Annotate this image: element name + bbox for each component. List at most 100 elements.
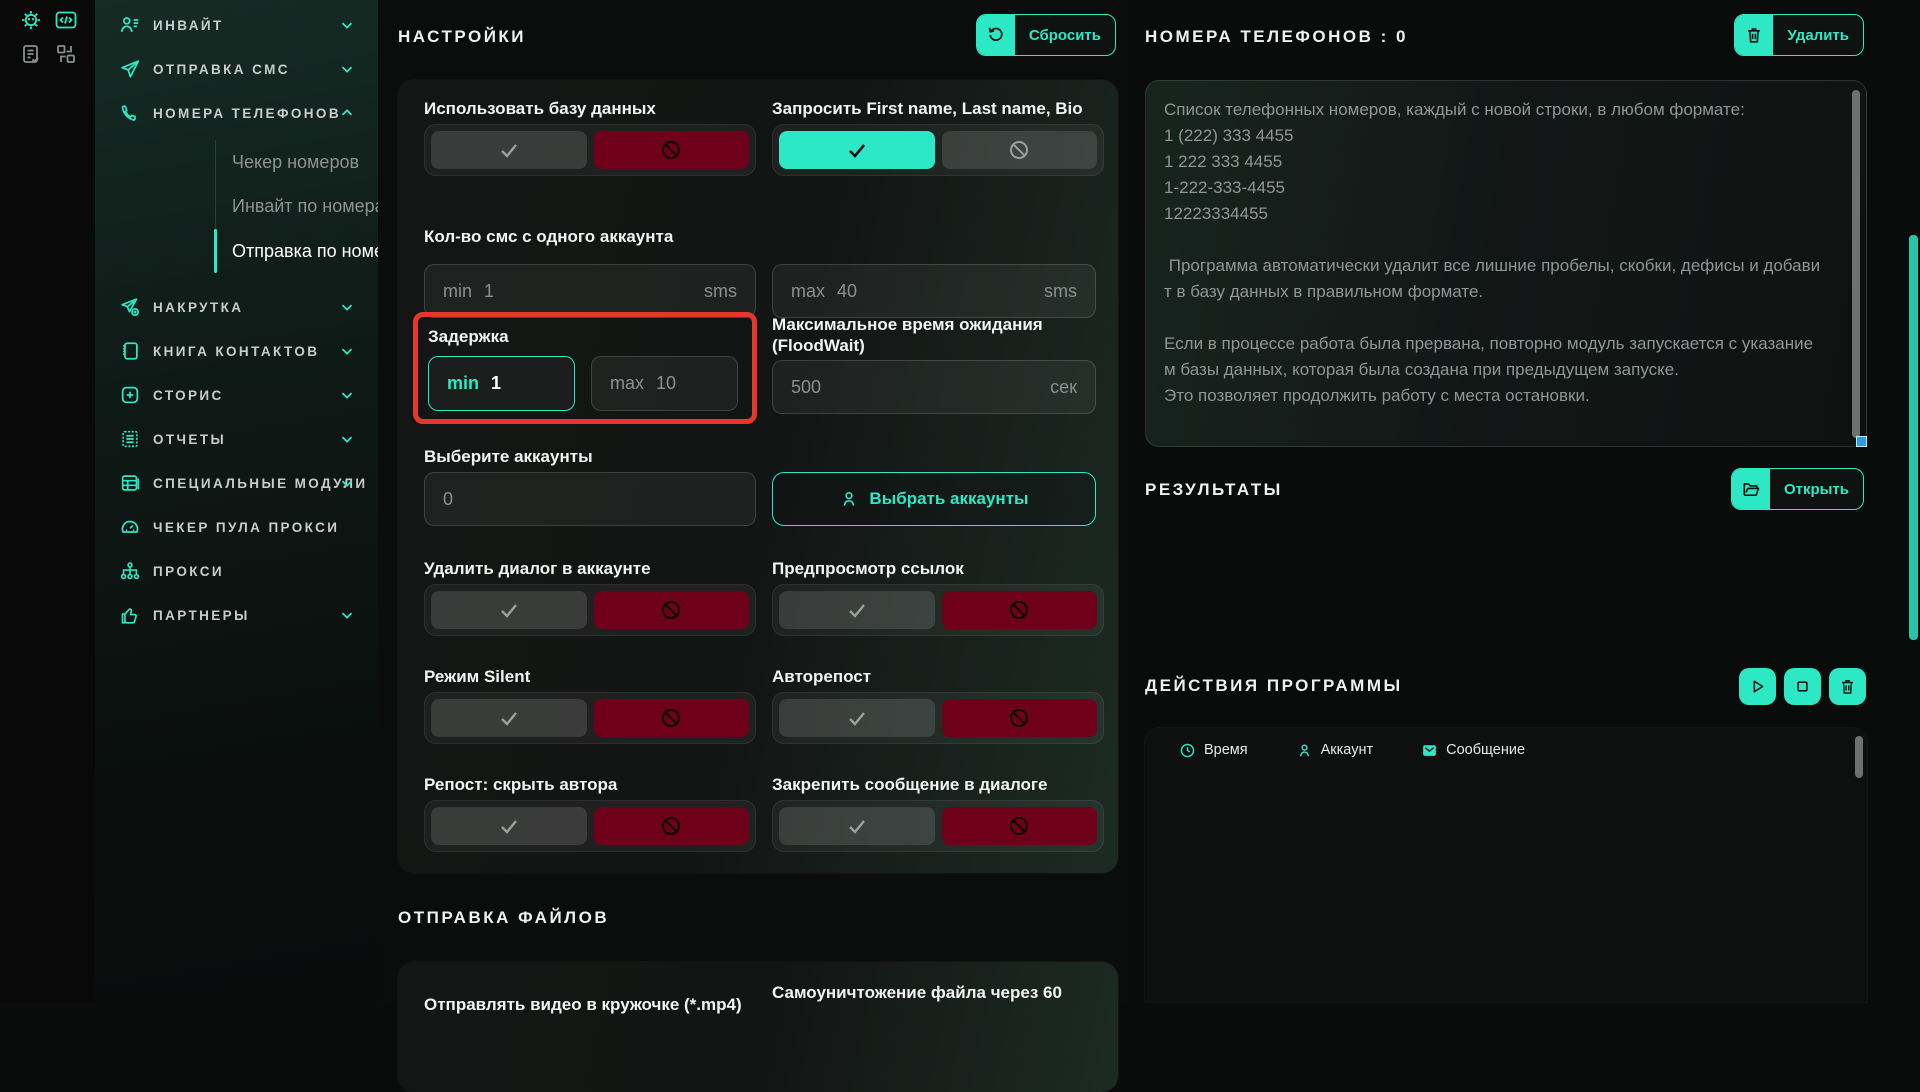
- toggle-yes-button[interactable]: [779, 699, 935, 737]
- delete-dialog-toggle: [424, 584, 756, 636]
- swap-icon[interactable]: [52, 40, 80, 68]
- file-sending-title: ОТПРАВКА ФАЙЛОВ: [398, 908, 609, 928]
- paper-plane-icon: [119, 58, 141, 80]
- app-window: ИНВАЙТ ОТПРАВКА СМС НОМЕРА ТЕЛЕФОНОВ Чек…: [0, 0, 1920, 1002]
- log-scrollbar[interactable]: [1855, 736, 1863, 778]
- bot-settings-icon[interactable]: [17, 6, 45, 34]
- max-value: 40: [837, 281, 857, 302]
- envelope-icon: [1421, 742, 1438, 759]
- stop-icon: [1793, 677, 1812, 696]
- toggle-yes-button[interactable]: [431, 591, 587, 629]
- column-label: Время: [1204, 742, 1248, 758]
- window-scrollbar[interactable]: [1909, 235, 1918, 640]
- sidebar-item-phone-numbers[interactable]: НОМЕРА ТЕЛЕФОНОВ: [95, 98, 378, 128]
- toggle-no-button[interactable]: [942, 591, 1098, 629]
- min-value: 1: [484, 281, 494, 302]
- phones-panel: НОМЕРА ТЕЛЕФОНОВ : 0 Удалить Список теле…: [1131, 0, 1920, 1002]
- toggle-no-button[interactable]: [594, 807, 750, 845]
- person-icon: [1296, 742, 1313, 759]
- delay-min-input[interactable]: min 1: [428, 356, 575, 411]
- toggle-yes-button[interactable]: [431, 699, 587, 737]
- toggle-yes-button[interactable]: [779, 591, 935, 629]
- contacts-book-icon: [119, 340, 141, 362]
- open-results-label: Открыть: [1770, 469, 1863, 509]
- sidebar-nav: ИНВАЙТ ОТПРАВКА СМС НОМЕРА ТЕЛЕФОНОВ Чек…: [95, 0, 378, 1002]
- sidebar-item-proxy-pool-checker[interactable]: ЧЕКЕР ПУЛА ПРОКСИ: [95, 512, 378, 542]
- play-icon: [1748, 677, 1767, 696]
- clipboard-check-icon[interactable]: [17, 40, 45, 68]
- open-results-button[interactable]: Открыть: [1731, 468, 1864, 510]
- autorepost-toggle: [772, 692, 1104, 744]
- delete-numbers-button[interactable]: Удалить: [1734, 14, 1864, 56]
- floodwait-input[interactable]: 500 сек: [772, 360, 1096, 414]
- delay-label: Задержка: [428, 326, 509, 347]
- sidebar-item-special-modules[interactable]: СПЕЦИАЛЬНЫЕ МОДУЛИ: [95, 468, 378, 498]
- settings-card: Использовать базу данных Запросить First…: [398, 80, 1118, 873]
- phone-numbers-textarea[interactable]: Список телефонных номеров, каждый с ново…: [1145, 80, 1867, 447]
- toggle-no-button[interactable]: [942, 131, 1098, 169]
- clear-log-button[interactable]: [1829, 668, 1866, 705]
- reset-button[interactable]: Сбросить: [976, 14, 1116, 56]
- select-accounts-label: Выбрать аккаунты: [869, 489, 1028, 509]
- start-button[interactable]: [1739, 668, 1776, 705]
- accounts-label: Выберите аккаунты: [424, 446, 593, 467]
- sidebar-item-contacts-book[interactable]: КНИГА КОНТАКТОВ: [95, 336, 378, 366]
- sidebar-item-label: ОТПРАВКА СМС: [153, 62, 290, 77]
- sidebar-item-label: СТОРИС: [153, 388, 224, 403]
- pin-message-toggle: [772, 800, 1104, 852]
- select-accounts-button[interactable]: Выбрать аккаунты: [772, 472, 1096, 526]
- thumbs-up-icon: [119, 604, 141, 626]
- gauge-icon: [119, 516, 141, 538]
- sidebar-item-invite[interactable]: ИНВАЙТ: [95, 10, 378, 40]
- sidebar-item-partners[interactable]: ПАРТНЕРЫ: [95, 600, 378, 630]
- toggle-yes-button[interactable]: [779, 807, 935, 845]
- textarea-resize-grip[interactable]: [1856, 436, 1867, 447]
- subitem-label: Инвайт по номерам: [232, 196, 397, 217]
- accounts-count-input[interactable]: 0: [424, 472, 756, 526]
- self-destruct-label: Самоуничтожение файла через 60: [772, 982, 1102, 1003]
- chevron-down-icon: [338, 386, 356, 404]
- trash-icon: [1735, 15, 1773, 55]
- results-title: РЕЗУЛЬТАТЫ: [1145, 480, 1283, 500]
- column-message: Сообщение: [1421, 742, 1525, 759]
- code-module-icon[interactable]: [52, 6, 80, 34]
- sidebar-item-stories[interactable]: СТОРИС: [95, 380, 378, 410]
- toggle-no-button[interactable]: [942, 699, 1098, 737]
- chevron-up-icon: [338, 104, 356, 122]
- column-time: Время: [1179, 742, 1248, 759]
- toggle-no-button[interactable]: [594, 699, 750, 737]
- delay-max-input[interactable]: max 10: [591, 356, 738, 411]
- chevron-down-icon: [338, 606, 356, 624]
- sidebar-item-boost[interactable]: НАКРУТКА: [95, 292, 378, 322]
- link-preview-label: Предпросмотр ссылок: [772, 558, 964, 579]
- sms-min-input[interactable]: min 1 sms: [424, 264, 756, 318]
- sidebar-item-proxy[interactable]: ПРОКСИ: [95, 556, 378, 586]
- sidebar-item-send-sms[interactable]: ОТПРАВКА СМС: [95, 54, 378, 84]
- sidebar-item-label: НОМЕРА ТЕЛЕФОНОВ: [153, 106, 341, 121]
- textarea-scrollbar[interactable]: [1852, 90, 1860, 438]
- stop-button[interactable]: [1784, 668, 1821, 705]
- sidebar-item-label: ПРОКСИ: [153, 564, 224, 579]
- proxy-network-icon: [119, 560, 141, 582]
- program-actions-title: ДЕЙСТВИЯ ПРОГРАММЫ: [1145, 676, 1403, 696]
- toggle-no-button[interactable]: [594, 591, 750, 629]
- floodwait-value: 500: [791, 377, 821, 398]
- toggle-yes-button[interactable]: [431, 807, 587, 845]
- person-icon: [839, 489, 859, 509]
- repost-hide-author-toggle: [424, 800, 756, 852]
- phone-numbers-title: НОМЕРА ТЕЛЕФОНОВ : 0: [1145, 27, 1408, 47]
- folder-icon: [1732, 469, 1770, 509]
- accounts-count-value: 0: [443, 489, 453, 510]
- delete-dialog-label: Удалить диалог в аккаунте: [424, 558, 651, 579]
- toggle-yes-button[interactable]: [779, 131, 935, 169]
- sidebar-item-reports[interactable]: ОТЧЕТЫ: [95, 424, 378, 454]
- sms-max-input[interactable]: max 40 sms: [772, 264, 1096, 318]
- toggle-no-button[interactable]: [594, 131, 750, 169]
- trash-icon: [1838, 677, 1857, 696]
- delete-numbers-label: Удалить: [1773, 15, 1863, 55]
- chevron-down-icon: [338, 430, 356, 448]
- toggle-no-button[interactable]: [942, 807, 1098, 845]
- min-value: 1: [491, 373, 501, 394]
- use-db-toggle: [424, 124, 756, 176]
- toggle-yes-button[interactable]: [431, 131, 587, 169]
